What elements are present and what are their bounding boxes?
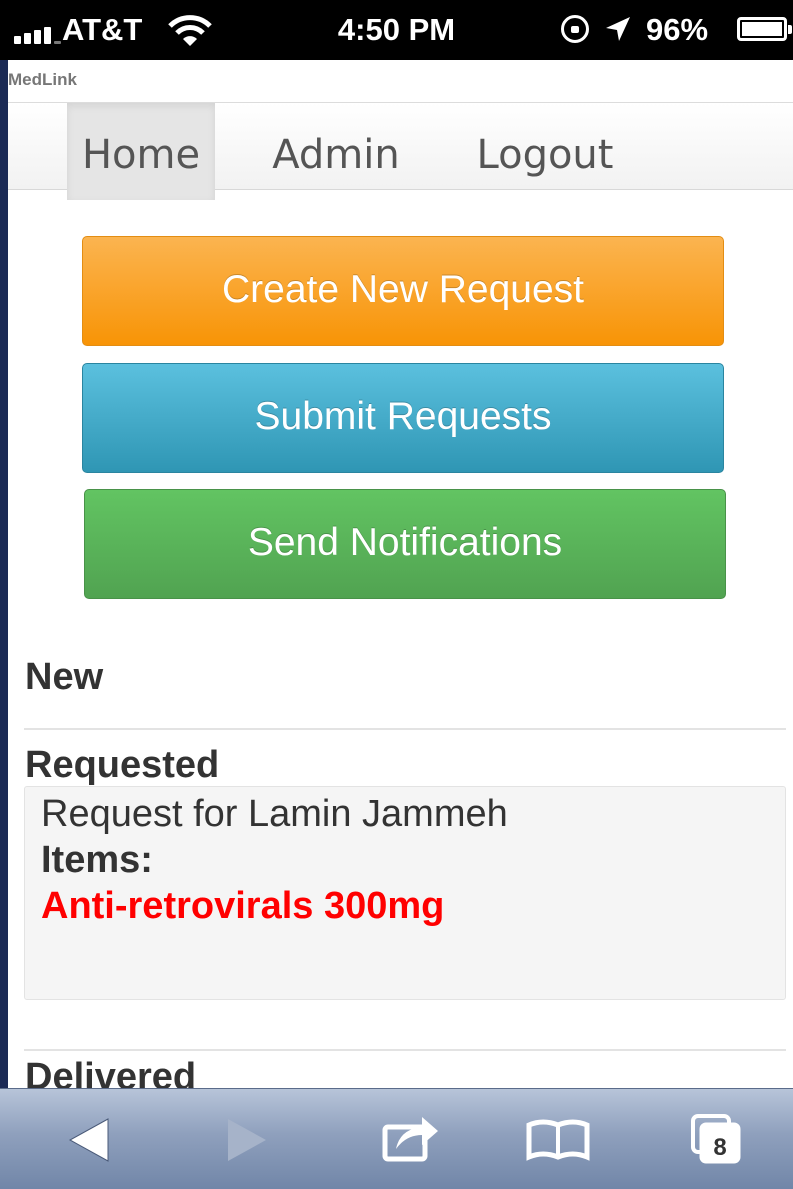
back-arrow-icon[interactable] [68, 1117, 110, 1163]
section-heading-new: New [25, 656, 104, 698]
web-page: MedLink Home Admin Logout Create New Req… [8, 60, 793, 1088]
request-card[interactable]: Request for Lamin Jammeh Items: Anti-ret… [24, 786, 786, 1000]
status-bar: AT&T 4:50 PM 96% [0, 0, 793, 60]
location-arrow-icon [606, 17, 630, 41]
bookmarks-icon[interactable] [526, 1119, 590, 1161]
section-heading-requested: Requested [25, 744, 220, 786]
nav-admin-link[interactable]: Admin [266, 103, 406, 200]
submit-requests-button[interactable]: Submit Requests [82, 363, 724, 473]
battery-percent: 96% [646, 12, 709, 47]
items-label: Items: [41, 839, 153, 881]
rotation-lock-icon [561, 15, 589, 43]
browser-toolbar [0, 1088, 793, 1189]
navbar: Home Admin Logout [8, 102, 793, 200]
section-divider [24, 728, 786, 730]
send-notifications-button[interactable]: Send Notifications [84, 489, 726, 599]
request-title: Request for Lamin Jammeh [41, 793, 508, 835]
tab-count-badge: 8 [713, 1134, 727, 1161]
page-title: MedLink [8, 70, 77, 89]
nav-logout-link[interactable]: Logout [465, 103, 625, 200]
battery-icon [737, 17, 792, 41]
create-new-request-button[interactable]: Create New Request [82, 236, 724, 346]
request-item: Anti-retrovirals 300mg [41, 885, 445, 927]
nav-home-link[interactable]: Home [67, 103, 215, 200]
share-icon[interactable] [382, 1113, 440, 1163]
forward-arrow-icon [228, 1119, 266, 1161]
section-divider [24, 1049, 786, 1051]
section-heading-delivered: Delivered [25, 1056, 197, 1088]
